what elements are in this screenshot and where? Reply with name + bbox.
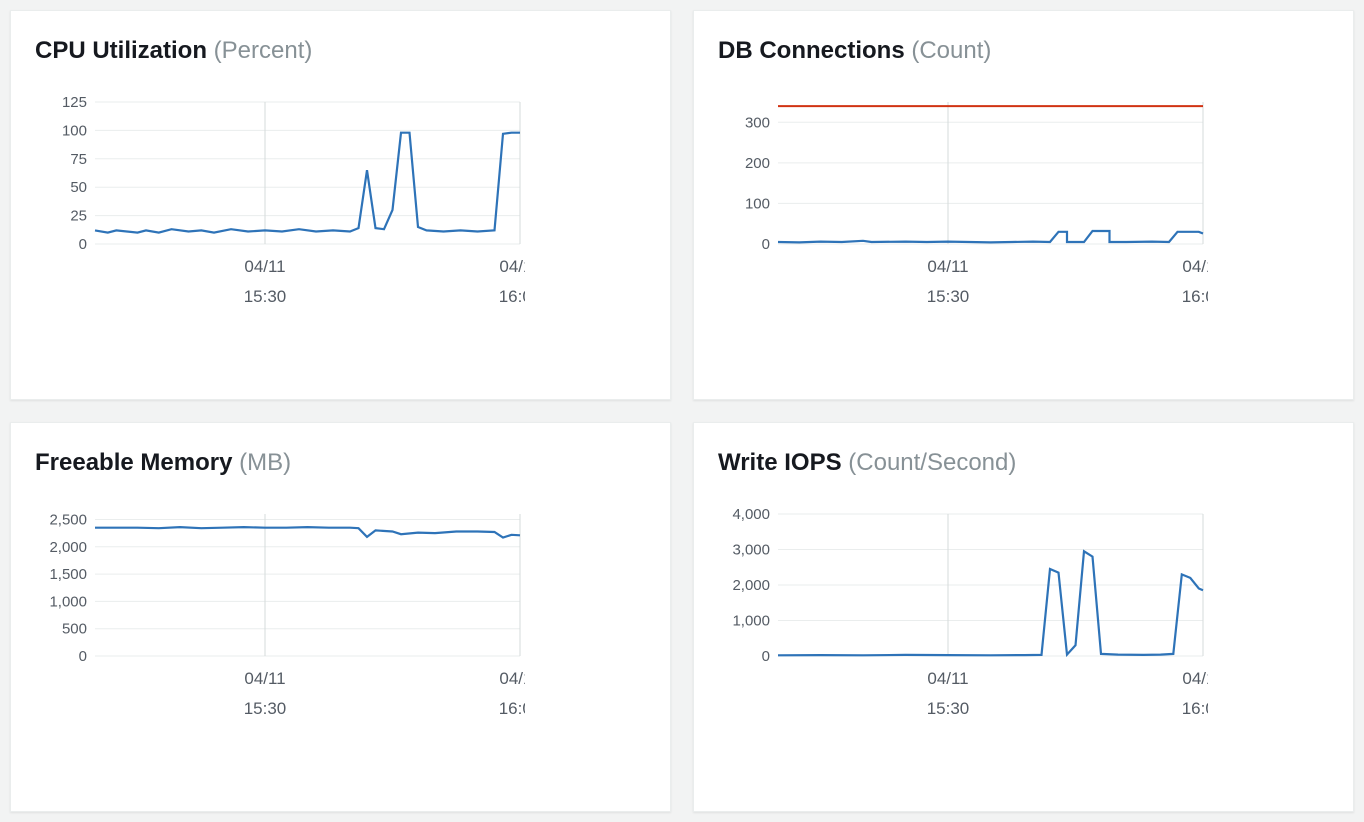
y-tick-label: 75: [70, 151, 87, 168]
x-tick-time: 15:30: [927, 699, 970, 718]
data-series-line: [95, 133, 520, 233]
chart-plot[interactable]: 0 500 1,000 1,500 2,000 2,500 04/11 15:30 04/11 1…: [35, 506, 525, 766]
y-tick-label: 50: [70, 179, 87, 196]
data-series-line: [95, 527, 520, 537]
x-tick-date: 04/11: [1182, 669, 1208, 688]
chart-unit: (Count): [911, 37, 991, 64]
chart-plot[interactable]: 0 100 200 300 04/11 15:30 04/11 16:00: [718, 94, 1208, 354]
y-tick-label: 300: [745, 114, 770, 131]
x-tick-date: 04/11: [244, 669, 285, 688]
x-tick-date: 04/11: [927, 669, 968, 688]
data-series-line: [778, 231, 1203, 242]
chart-title: Write IOPS (Count/Second): [718, 447, 1329, 478]
chart-unit: (Count/Second): [848, 449, 1016, 476]
y-tick-label: 125: [62, 94, 87, 111]
chart-unit: (Percent): [214, 37, 313, 64]
x-tick-date: 04/11: [499, 257, 525, 276]
chart-title-text: Freeable Memory: [35, 449, 239, 476]
y-tick-label: 4,000: [732, 506, 770, 523]
y-tick-label: 1,500: [49, 566, 87, 583]
y-tick-label: 1,000: [732, 613, 770, 630]
chart-title-text: CPU Utilization: [35, 37, 214, 64]
y-tick-label: 2,500: [49, 512, 87, 529]
dashboard-grid: CPU Utilization (Percent)025507510012504…: [10, 10, 1354, 812]
chart-card: Write IOPS (Count/Second) 0 1,000 2,000 3,00…: [693, 422, 1354, 812]
chart-title: Freeable Memory (MB): [35, 447, 646, 478]
x-tick-date: 04/11: [927, 257, 968, 276]
x-tick-time: 15:30: [244, 287, 287, 306]
y-tick-label: 100: [745, 196, 770, 213]
y-tick-label: 0: [762, 648, 770, 665]
chart-title: CPU Utilization (Percent): [35, 35, 646, 66]
y-tick-label: 2,000: [49, 539, 87, 556]
x-tick-time: 16:00: [1182, 699, 1208, 718]
y-tick-label: 25: [70, 208, 87, 225]
x-tick-time: 15:30: [244, 699, 287, 718]
chart-plot[interactable]: 0 1,000 2,000 3,000 4,000 04/11 15:30 04/11 16:0…: [718, 506, 1208, 766]
chart-card: DB Connections (Count) 0 100 200 300 04/11 15:…: [693, 10, 1354, 400]
y-tick-label: 100: [62, 123, 87, 140]
chart-unit: (MB): [239, 449, 291, 476]
x-tick-date: 04/11: [1182, 257, 1208, 276]
y-tick-label: 2,000: [732, 577, 770, 594]
y-tick-label: 0: [79, 648, 87, 665]
y-tick-label: 1,000: [49, 594, 87, 611]
chart-card: CPU Utilization (Percent) 0 25 50 75 100 125 04…: [10, 10, 671, 400]
chart-title-text: DB Connections: [718, 37, 911, 64]
x-tick-time: 15:30: [927, 287, 970, 306]
chart-title: DB Connections (Count): [718, 35, 1329, 66]
x-tick-time: 16:00: [499, 287, 525, 306]
y-tick-label: 0: [79, 236, 87, 253]
x-tick-date: 04/11: [244, 257, 285, 276]
y-tick-label: 500: [62, 621, 87, 638]
x-tick-time: 16:00: [499, 699, 525, 718]
y-tick-label: 0: [762, 236, 770, 253]
data-series-line: [778, 551, 1203, 655]
x-tick-date: 04/11: [499, 669, 525, 688]
chart-card: Freeable Memory (MB) 0 500 1,000 1,500 2,000 2…: [10, 422, 671, 812]
y-tick-label: 3,000: [732, 542, 770, 559]
chart-plot[interactable]: 0 25 50 75 100 125 04/11 15:30 04/11 16:00: [35, 94, 525, 354]
x-tick-time: 16:00: [1182, 287, 1208, 306]
chart-title-text: Write IOPS: [718, 449, 848, 476]
y-tick-label: 200: [745, 155, 770, 172]
